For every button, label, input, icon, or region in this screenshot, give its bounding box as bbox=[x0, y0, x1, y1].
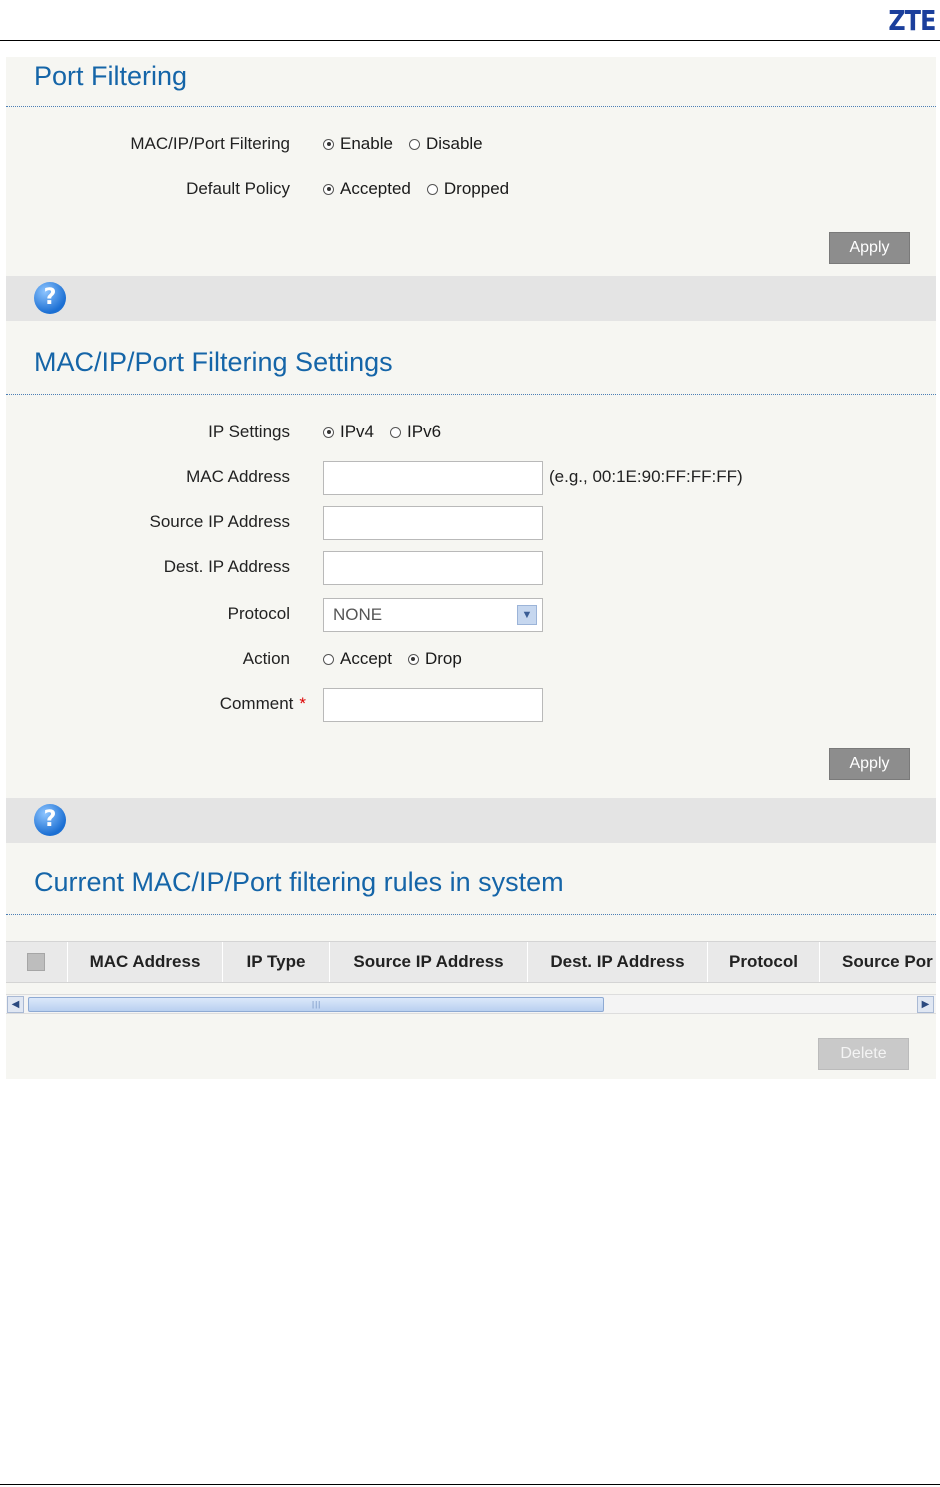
select-all-checkbox[interactable] bbox=[27, 953, 45, 971]
radio-unselected-icon bbox=[408, 138, 420, 150]
accept-radio[interactable]: Accept bbox=[323, 649, 392, 669]
filtering-rules-title: Current MAC/IP/Port filtering rules in s… bbox=[34, 867, 564, 897]
footer-divider bbox=[0, 1484, 940, 1485]
radio-selected-icon bbox=[407, 653, 419, 665]
column-header[interactable]: MAC Address bbox=[68, 942, 223, 982]
ip-settings-label: IP Settings bbox=[208, 422, 290, 441]
ip-settings-radio-group: IPv4 IPv6 bbox=[323, 422, 457, 442]
radio-unselected-icon bbox=[426, 183, 438, 195]
filtering-radio-group: Enable Disable bbox=[323, 134, 499, 154]
column-header[interactable]: Source Por bbox=[820, 942, 936, 982]
filtering-settings-title: MAC/IP/Port Filtering Settings bbox=[34, 347, 393, 377]
chevron-down-icon[interactable]: ▼ bbox=[517, 605, 537, 625]
dest-ip-input[interactable] bbox=[323, 551, 543, 585]
disable-radio[interactable]: Disable bbox=[408, 134, 483, 154]
title-divider bbox=[6, 394, 936, 395]
action-label: Action bbox=[242, 649, 290, 668]
column-header[interactable]: Protocol bbox=[708, 942, 820, 982]
mac-ip-port-filtering-label: MAC/IP/Port Filtering bbox=[130, 134, 290, 153]
column-header[interactable]: IP Type bbox=[223, 942, 330, 982]
drop-radio[interactable]: Drop bbox=[407, 649, 462, 669]
radio-selected-icon bbox=[323, 426, 334, 438]
source-ip-label: Source IP Address bbox=[149, 512, 291, 531]
policy-radio-group: Accepted Dropped bbox=[323, 179, 525, 199]
port-filtering-title: Port Filtering bbox=[34, 61, 188, 91]
scrollbar-thumb[interactable]: ||| bbox=[28, 997, 604, 1012]
scroll-right-icon[interactable]: ▶ bbox=[917, 996, 934, 1013]
zte-logo: ZTE bbox=[888, 4, 937, 37]
content-panel: Port Filtering MAC/IP/Port Filtering Ena… bbox=[6, 57, 936, 1079]
ipv4-radio[interactable]: IPv4 bbox=[323, 422, 374, 442]
mac-address-label: MAC Address bbox=[186, 467, 290, 486]
apply-button[interactable]: Apply bbox=[829, 232, 910, 264]
default-policy-label: Default Policy bbox=[186, 179, 290, 198]
mac-address-hint: (e.g., 00:1E:90:FF:FF:FF) bbox=[549, 467, 743, 486]
dropped-radio[interactable]: Dropped bbox=[426, 179, 509, 199]
title-divider bbox=[6, 914, 936, 915]
enable-radio[interactable]: Enable bbox=[323, 134, 393, 154]
help-icon[interactable]: ? bbox=[34, 804, 66, 836]
accepted-radio[interactable]: Accepted bbox=[323, 179, 411, 199]
protocol-label: Protocol bbox=[227, 604, 290, 623]
title-divider bbox=[6, 106, 936, 107]
protocol-select[interactable]: NONE ▼ bbox=[323, 598, 543, 632]
source-ip-input[interactable] bbox=[323, 506, 543, 540]
help-icon[interactable]: ? bbox=[34, 282, 66, 314]
protocol-selected-value: NONE bbox=[333, 605, 383, 624]
rules-table-header: MAC Address IP Type Source IP Address De… bbox=[6, 941, 936, 983]
delete-button[interactable]: Delete bbox=[818, 1038, 909, 1070]
header-divider bbox=[0, 40, 940, 41]
radio-unselected-icon bbox=[390, 426, 402, 438]
required-marker: * bbox=[299, 694, 306, 713]
mac-address-input[interactable] bbox=[323, 461, 543, 495]
select-all-column bbox=[6, 942, 68, 982]
comment-input[interactable] bbox=[323, 688, 543, 722]
dest-ip-label: Dest. IP Address bbox=[163, 557, 290, 576]
horizontal-scrollbar[interactable]: ◀ ||| ▶ bbox=[6, 994, 936, 1014]
ipv6-radio[interactable]: IPv6 bbox=[390, 422, 441, 442]
column-header[interactable]: Dest. IP Address bbox=[528, 942, 708, 982]
action-radio-group: Accept Drop bbox=[323, 649, 478, 669]
help-bar: ? bbox=[6, 276, 936, 321]
radio-selected-icon bbox=[323, 183, 334, 195]
grip-icon: ||| bbox=[312, 1000, 322, 1009]
column-header[interactable]: Source IP Address bbox=[330, 942, 528, 982]
radio-selected-icon bbox=[323, 138, 334, 150]
apply-settings-button[interactable]: Apply bbox=[829, 748, 910, 780]
scroll-left-icon[interactable]: ◀ bbox=[7, 996, 24, 1013]
help-bar: ? bbox=[6, 798, 936, 843]
radio-unselected-icon bbox=[323, 653, 334, 665]
comment-label: Comment * bbox=[219, 694, 306, 713]
